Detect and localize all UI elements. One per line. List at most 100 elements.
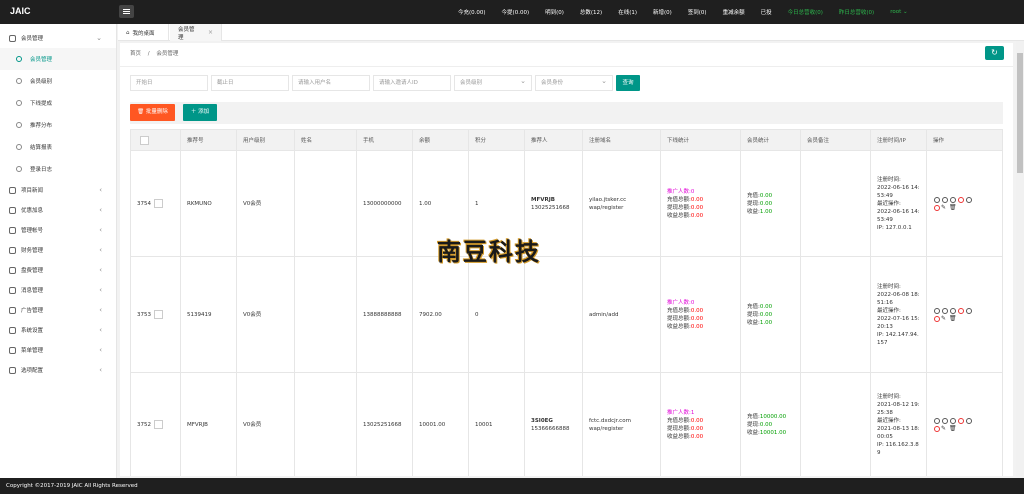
scrollbar[interactable] [1016, 41, 1024, 478]
options-icon [9, 366, 16, 374]
clock-icon[interactable] [950, 307, 956, 314]
stat-label: 收益: [747, 319, 760, 326]
end-date-input[interactable]: 截止日 [211, 75, 289, 91]
top-nav-item-revenue-yesterday[interactable]: 昨日总营收(0) [831, 8, 882, 16]
top-nav-item[interactable]: 重减余额 [715, 8, 753, 16]
top-nav-item-revenue-today[interactable]: 今日总营收(0) [780, 8, 831, 16]
m-income: 收益:1.00 [747, 319, 794, 327]
actions-cell: ✎ 🗑 [926, 150, 1003, 257]
search-icon[interactable] [958, 307, 964, 314]
edit-icon[interactable]: ✎ [941, 315, 946, 323]
check-icon[interactable] [942, 196, 948, 203]
money-icon[interactable] [934, 204, 940, 211]
info-icon[interactable] [934, 417, 940, 424]
money-icon[interactable] [934, 425, 940, 432]
member-stats-cell: 充值:0.00 提现:0.00 收益:1.00 [740, 150, 801, 257]
member-stats-cell: 充值:10000.00 提现:0.00 收益:10001.00 [740, 372, 801, 476]
member-id: 3752 [137, 422, 151, 428]
clock-icon[interactable] [950, 417, 956, 424]
sidebar-item-menus[interactable]: 菜单管理 ‹ [0, 340, 116, 360]
sidebar-item-fees[interactable]: 盘费管理 ‹ [0, 260, 116, 280]
select-all-checkbox[interactable] [140, 135, 149, 145]
tab-label: 会员管理 [178, 26, 195, 41]
clock-icon[interactable] [950, 196, 956, 203]
sidebar-sub-referral[interactable]: 推荐分布 [0, 114, 116, 136]
stat-label: 充值总额: [667, 417, 691, 424]
check-icon[interactable] [942, 417, 948, 424]
check-icon[interactable] [942, 307, 948, 314]
sidebar-item-ads[interactable]: 广告管理 ‹ [0, 300, 116, 320]
top-nav-item[interactable]: 今充(0.00) [450, 8, 494, 16]
row-checkbox[interactable] [154, 310, 163, 319]
shield-icon [9, 266, 16, 274]
info-icon[interactable] [934, 307, 940, 314]
sidebar-item-finance[interactable]: 财务管理 ‹ [0, 240, 116, 260]
top-nav-item[interactable]: 在线(1) [610, 8, 645, 16]
sidebar-item-news[interactable]: 项目新闻 ‹ [0, 180, 116, 200]
referrer-phone: 15366666888 [531, 425, 570, 432]
referrer-input[interactable]: 请输入邀请人ID [373, 75, 451, 91]
actions-cell: ✎ 🗑 [926, 372, 1003, 476]
username-input[interactable]: 请输入用户名 [292, 75, 370, 91]
add-button[interactable]: ＋ 添加 [183, 104, 217, 121]
chevron-left-icon: ‹ [99, 246, 102, 254]
sidebar: 会员管理 ⌄ 会员管理 会员级别 下线提成 推荐分布 结算报表 登录日志 项目新… [0, 24, 117, 478]
reg-label: 注册时间: [877, 283, 901, 290]
sidebar-item-messages[interactable]: 消息管理 ‹ [0, 280, 116, 300]
user-menu[interactable]: root ⌄ [882, 9, 915, 15]
start-date-input[interactable]: 开始日 [130, 75, 208, 91]
money-icon[interactable] [934, 315, 940, 322]
row-checkbox[interactable] [154, 420, 163, 429]
refresh-button[interactable]: ↻ [985, 46, 1004, 60]
ban-icon[interactable] [966, 417, 972, 424]
sidebar-sub-member-manage[interactable]: 会员管理 [0, 48, 116, 70]
level-select[interactable]: 会员级别 [454, 74, 532, 91]
batch-delete-button[interactable]: 🗑 批量删除 [130, 104, 175, 121]
domain: yilao.jtsker.cc [589, 196, 627, 203]
top-nav-item[interactable]: 已投 [753, 8, 780, 16]
m-charge: 充值:0.00 [747, 192, 794, 200]
top-nav-item[interactable]: 签到(0) [680, 8, 715, 16]
menu-toggle-button[interactable] [119, 5, 134, 18]
tab-member-manage[interactable]: 会员管理 × [170, 24, 222, 41]
edit-icon[interactable]: ✎ [941, 425, 946, 433]
sidebar-item-promo[interactable]: 优惠加息 ‹ [0, 200, 116, 220]
id-cell: 3754 [130, 150, 181, 257]
row-checkbox[interactable] [154, 199, 163, 208]
top-nav-item[interactable]: 新增(0) [645, 8, 680, 16]
app-logo: JAIC [10, 6, 31, 16]
chevron-left-icon: ‹ [99, 326, 102, 334]
tab-home[interactable]: ⌂ 我的桌面 [118, 24, 169, 41]
sidebar-sub-commission[interactable]: 下线提成 [0, 92, 116, 114]
search-button[interactable]: 查询 [616, 75, 640, 91]
sidebar-group-members[interactable]: 会员管理 ⌄ [0, 28, 116, 48]
sidebar-sub-label: 推荐分布 [30, 123, 53, 129]
sidebar-sub-report[interactable]: 结算报表 [0, 136, 116, 158]
top-nav-item[interactable]: 今提(0.00) [494, 8, 538, 16]
sidebar-item-options[interactable]: 选项配置 ‹ [0, 360, 116, 380]
remark-cell [800, 150, 871, 257]
close-icon[interactable]: × [208, 29, 213, 36]
search-icon[interactable] [958, 417, 964, 424]
top-nav-item[interactable]: 明到(0) [537, 8, 572, 16]
ban-icon[interactable] [966, 307, 972, 314]
sidebar-sub-login-log[interactable]: 登录日志 [0, 158, 116, 180]
breadcrumb-home[interactable]: 首页 [130, 51, 141, 57]
trash-icon[interactable]: 🗑 [949, 425, 957, 433]
scrollbar-thumb[interactable] [1017, 53, 1023, 173]
user-icon [16, 78, 22, 84]
sidebar-item-settings[interactable]: 系统设置 ‹ [0, 320, 116, 340]
top-nav-item[interactable]: 总数(12) [572, 8, 610, 16]
identity-select[interactable]: 会员身份 [535, 74, 613, 91]
info-icon[interactable] [934, 196, 940, 203]
trash-icon[interactable]: 🗑 [949, 315, 957, 323]
edit-icon[interactable]: ✎ [941, 204, 946, 212]
trash-icon[interactable]: 🗑 [949, 204, 957, 212]
top-nav: 今充(0.00) 今提(0.00) 明到(0) 总数(12) 在线(1) 新增(… [450, 0, 916, 24]
sidebar-sub-member-level[interactable]: 会员级别 [0, 70, 116, 92]
sidebar-item-admin[interactable]: 管理帐号 ‹ [0, 220, 116, 240]
ban-icon[interactable] [966, 196, 972, 203]
search-icon[interactable] [958, 196, 964, 203]
tab-label: 我的桌面 [132, 30, 155, 37]
stat-value: 10001.00 [759, 429, 787, 436]
